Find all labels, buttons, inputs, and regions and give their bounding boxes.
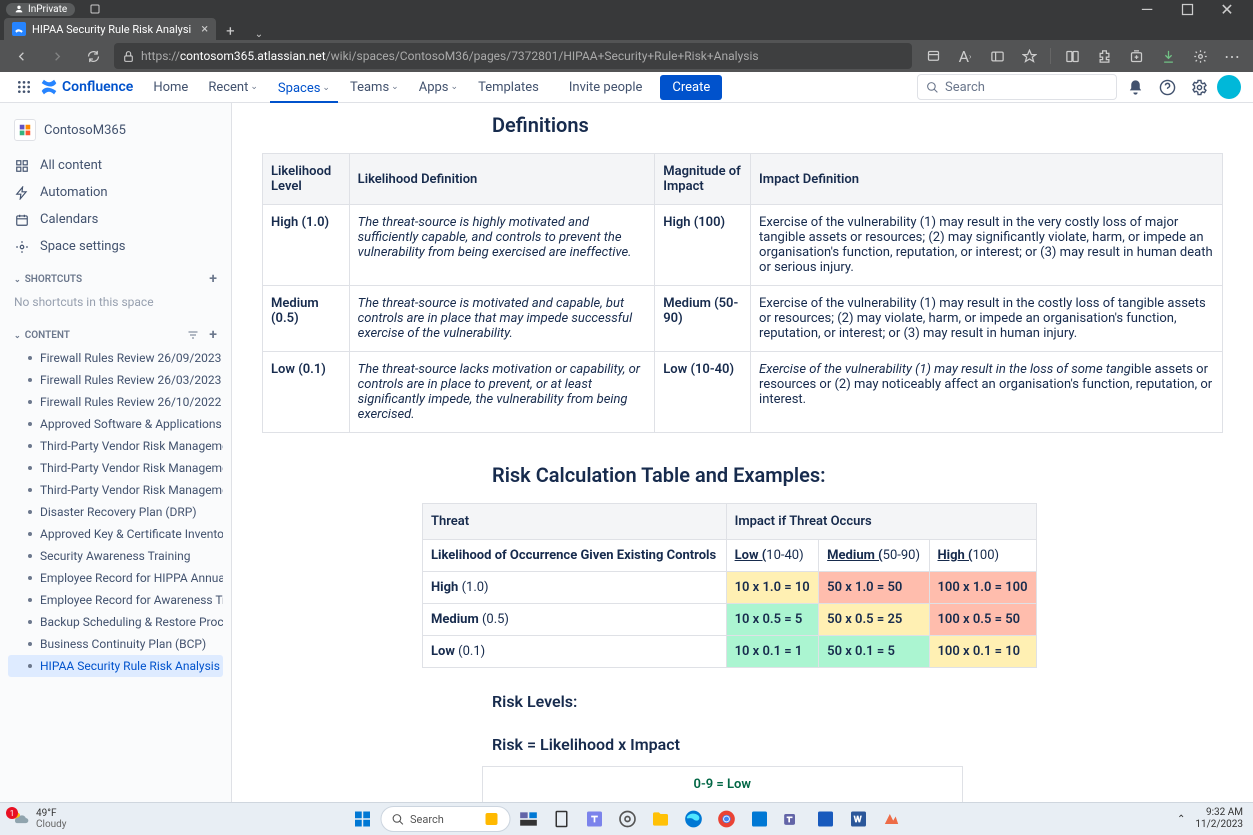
task-app-icon[interactable] [744, 804, 774, 834]
forward-button [42, 42, 72, 70]
task-app-icon[interactable] [546, 804, 576, 834]
shortcuts-section[interactable]: ⌄SHORTCUTS + [8, 261, 223, 291]
start-button[interactable] [347, 804, 377, 834]
confluence-favicon [12, 22, 26, 36]
avatar[interactable] [1217, 75, 1241, 99]
invite-people-button[interactable]: Invite people [559, 75, 653, 100]
back-button[interactable] [6, 42, 36, 70]
settings-icon[interactable] [1185, 73, 1213, 101]
help-icon[interactable] [1153, 73, 1181, 101]
url-bar: https://contosom365.atlassian.net/wiki/s… [0, 40, 1253, 72]
definitions-heading: Definitions [492, 113, 1223, 137]
tree-item[interactable]: Employee Record for Awareness Training [8, 589, 223, 611]
tree-item[interactable]: Security Awareness Training [8, 545, 223, 567]
tree-item[interactable]: HIPAA Security Rule Risk Analysis [8, 655, 223, 677]
tray-chevron-icon[interactable]: ⌃ [1177, 814, 1185, 825]
sidebar-space-settings[interactable]: Space settings [8, 234, 223, 259]
risk-formula: Risk = Likelihood x Impact [492, 735, 1223, 754]
create-button[interactable]: Create [660, 75, 722, 100]
favorite-icon[interactable] [1014, 42, 1044, 70]
task-app-icon[interactable] [579, 804, 609, 834]
content-section[interactable]: ⌄CONTENT + [8, 317, 223, 347]
tree-item[interactable]: Firewall Rules Review 26/10/2022 [8, 391, 223, 413]
chrome-icon[interactable] [711, 804, 741, 834]
split-screen-icon[interactable] [1057, 42, 1087, 70]
browser-tab[interactable]: HIPAA Security Rule Risk Analysi × [4, 18, 216, 40]
task-app-icon[interactable] [876, 804, 906, 834]
browser-settings-icon[interactable] [1185, 42, 1215, 70]
tree-item[interactable]: Third-Party Vendor Risk Management - 27/… [8, 435, 223, 457]
nav-spaces[interactable]: Spaces⌄ [270, 72, 338, 103]
tree-item[interactable]: Third-Party Vendor Risk Management - 27/… [8, 479, 223, 501]
tree-item[interactable]: Business Continuity Plan (BCP) [8, 633, 223, 655]
risk-levels-heading: Risk Levels: [492, 692, 1223, 711]
search-input[interactable]: Search [917, 74, 1117, 100]
risk-calc-table: ThreatImpact if Threat Occurs Likelihood… [422, 503, 1037, 668]
add-shortcut-button[interactable]: + [209, 271, 217, 287]
read-aloud-icon[interactable]: A› [950, 42, 980, 70]
lock-icon [122, 50, 135, 63]
shortcuts-empty: No shortcuts in this space [8, 291, 223, 317]
space-header[interactable]: ContosoM365 [8, 115, 223, 145]
nav-home[interactable]: Home [145, 75, 196, 100]
inprivate-badge: InPrivate [6, 3, 75, 16]
tree-item[interactable]: Firewall Rules Review 26/09/2023 [8, 347, 223, 369]
url-input[interactable]: https://contosom365.atlassian.net/wiki/s… [114, 43, 912, 69]
sidebar-calendars[interactable]: Calendars [8, 207, 223, 232]
tree-item[interactable]: Approved Key & Certificate Inventory [8, 523, 223, 545]
windows-taskbar: 1 49°FCloudy Search ⌃ 9:32 AM11/2/2023 [0, 802, 1253, 835]
url-text: https://contosom365.atlassian.net/wiki/s… [141, 49, 759, 63]
weather-icon: 1 [10, 809, 30, 829]
sidebar: ContosoM365 All content Automation Calen… [0, 103, 232, 802]
tab-actions-icon[interactable] [81, 3, 109, 15]
definitions-table: Likelihood LevelLikelihood DefinitionMag… [262, 153, 1223, 433]
clock[interactable]: 9:32 AM11/2/2023 [1195, 807, 1243, 831]
risk-levels-table: 0-9 = Low10-49 = Medium50-100 = High [482, 766, 963, 802]
tree-item[interactable]: Firewall Rules Review 26/03/2023 [8, 369, 223, 391]
nav-teams[interactable]: Teams⌄ [342, 75, 407, 100]
new-tab-button[interactable]: + [216, 22, 245, 40]
taskbar-search[interactable]: Search [380, 806, 510, 832]
tree-item[interactable]: Backup Scheduling & Restore Procedure [8, 611, 223, 633]
confluence-icon [40, 78, 58, 96]
tree-item[interactable]: Employee Record for HIPPA Annual Trainin… [8, 567, 223, 589]
app-available-icon[interactable] [918, 42, 948, 70]
nav-templates[interactable]: Templates [470, 75, 547, 100]
confluence-header: Confluence Home Recent⌄ Spaces⌄ Teams⌄ A… [0, 72, 1253, 103]
sidebar-all-content[interactable]: All content [8, 153, 223, 178]
notifications-icon[interactable] [1121, 73, 1149, 101]
page-content: Definitions Likelihood LevelLikelihood D… [232, 103, 1253, 802]
search-icon [926, 81, 939, 94]
task-app-icon[interactable] [612, 804, 642, 834]
weather-widget[interactable]: 1 49°FCloudy [10, 808, 67, 830]
risk-calc-heading: Risk Calculation Table and Examples: [492, 463, 1223, 487]
task-app-icon[interactable] [810, 804, 840, 834]
tree-item[interactable]: Disaster Recovery Plan (DRP) [8, 501, 223, 523]
tab-close-button[interactable]: × [201, 22, 208, 37]
teams-icon[interactable] [777, 804, 807, 834]
enter-immersive-icon[interactable] [982, 42, 1012, 70]
refresh-button[interactable] [78, 42, 108, 70]
collections-icon[interactable] [1121, 42, 1151, 70]
tree-item[interactable]: Third-Party Vendor Risk Management - 27/… [8, 457, 223, 479]
tab-menu-button[interactable]: ⌄ [245, 29, 273, 40]
browser-menu-icon[interactable]: ⋯ [1217, 42, 1247, 70]
nav-apps[interactable]: Apps⌄ [411, 75, 466, 100]
tree-item[interactable]: Approved Software & Applications List [8, 413, 223, 435]
task-app-icon[interactable] [513, 804, 543, 834]
content-filter-icon[interactable] [187, 329, 199, 341]
space-icon [14, 119, 36, 141]
nav-recent[interactable]: Recent⌄ [200, 75, 266, 100]
app-switcher-icon[interactable] [12, 75, 36, 99]
confluence-logo[interactable]: Confluence [40, 78, 133, 96]
edge-icon[interactable] [678, 804, 708, 834]
word-icon[interactable] [843, 804, 873, 834]
extensions-icon[interactable] [1089, 42, 1119, 70]
file-explorer-icon[interactable] [645, 804, 675, 834]
task-app-icon [483, 811, 499, 827]
add-content-button[interactable]: + [209, 327, 217, 343]
search-icon [391, 813, 404, 826]
sidebar-automation[interactable]: Automation [8, 180, 223, 205]
downloads-icon[interactable] [1153, 42, 1183, 70]
